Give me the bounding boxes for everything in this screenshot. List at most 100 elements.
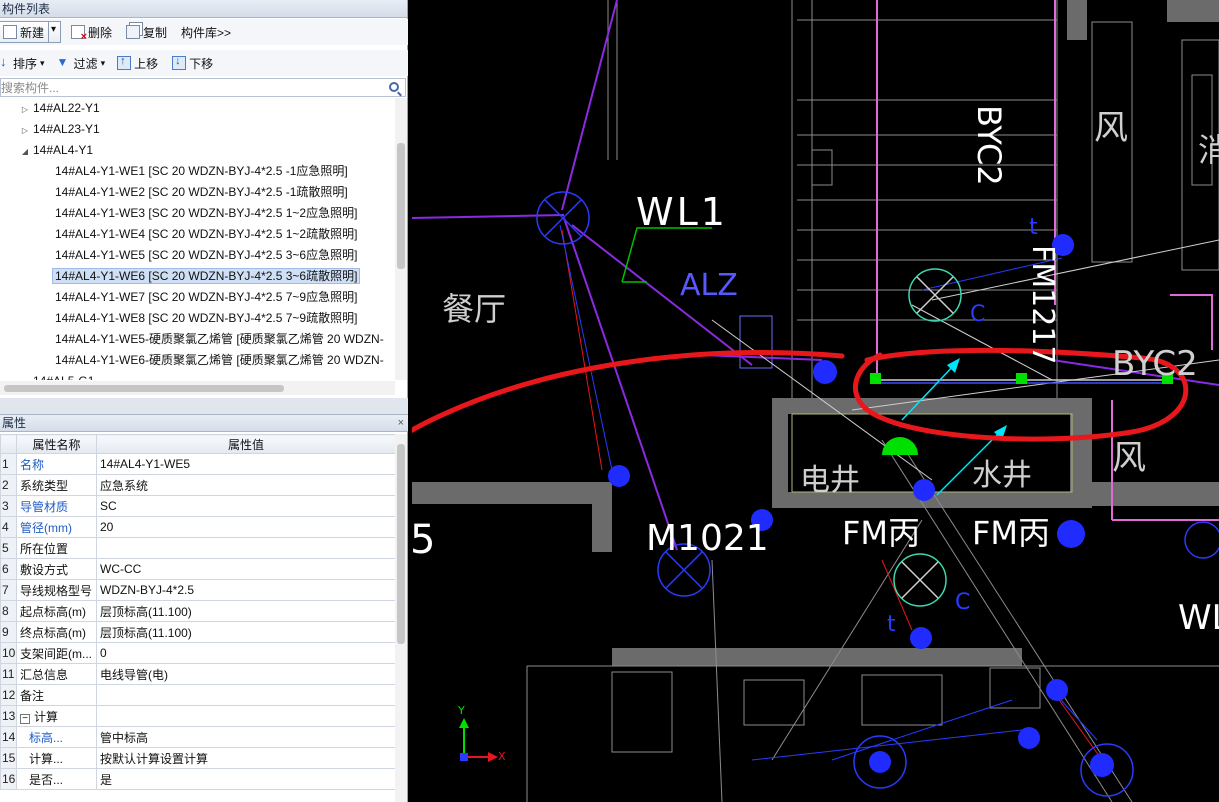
tree-group-node[interactable]: ▷14#AL5-G1 (0, 371, 395, 380)
tree-group-node[interactable]: ◢ 14#AL4-Y1 (0, 140, 395, 161)
tree-leaf-node[interactable]: 14#AL4-Y1-WE6-硬质聚氯乙烯管 [硬质聚氯乙烯管 20 WDZN- (0, 350, 395, 371)
property-value[interactable] (96, 537, 396, 559)
property-value[interactable]: 是 (96, 768, 396, 790)
wall (1167, 0, 1219, 22)
left-panel: 构件列表 新建 删除 复制 构件库>> 排序 ▾ 过滤 ▾ (0, 0, 408, 802)
tree-leaf-node[interactable]: 14#AL4-Y1-WE1 [SC 20 WDZN-BYJ-4*2.5 -1应急… (0, 161, 395, 182)
tree-leaf-node[interactable]: 14#AL4-Y1-WE3 [SC 20 WDZN-BYJ-4*2.5 1~2应… (0, 203, 395, 224)
property-name: 标高... (16, 726, 97, 748)
property-row[interactable]: 16 是否... 是 (0, 768, 396, 790)
property-value[interactable]: 20 (96, 516, 396, 538)
search-input[interactable] (1, 79, 381, 96)
green-fixture (882, 437, 918, 455)
index-header (0, 434, 17, 454)
tree-group-node[interactable]: ▷ 14#AL22-Y1 (0, 98, 395, 119)
property-value[interactable]: WC-CC (96, 558, 396, 580)
property-value[interactable] (96, 684, 396, 706)
property-name: 起点标高(m) (16, 600, 97, 622)
property-row[interactable]: 14 标高... 管中标高 (0, 726, 396, 748)
sort-button[interactable]: 排序 ▾ (0, 52, 49, 74)
property-value[interactable] (96, 705, 396, 727)
grip-handle[interactable] (1016, 373, 1027, 384)
panel-splitter[interactable] (0, 398, 408, 414)
property-row[interactable]: 7 导线规格型号 WDZN-BYJ-4*2.5 (0, 579, 396, 601)
property-value[interactable]: 层顶标高(11.100) (96, 621, 396, 643)
property-row[interactable]: 2 系统类型 应急系统 (0, 474, 396, 496)
new-icon (3, 25, 17, 39)
copy-button[interactable]: 复制 (122, 21, 171, 43)
tree-leaf-node[interactable]: 14#AL4-Y1-WE5-硬质聚氯乙烯管 [硬质聚氯乙烯管 20 WDZN- (0, 329, 395, 350)
collapse-icon[interactable]: − (20, 713, 30, 724)
tree-group-node[interactable]: ▷ 14#AL23-Y1 (0, 119, 395, 140)
tree-leaf-node[interactable]: 14#AL4-Y1-WE8 [SC 20 WDZN-BYJ-4*2.5 7~9疏… (0, 308, 395, 329)
label-feng-2: 风 (1112, 438, 1146, 478)
property-row[interactable]: 9 终点标高(m) 层顶标高(11.100) (0, 621, 396, 643)
tree-leaf-node[interactable]: 14#AL4-Y1-WE6 [SC 20 WDZN-BYJ-4*2.5 3~6疏… (0, 266, 395, 287)
property-row[interactable]: 12 备注 (0, 684, 396, 706)
component-library-label: 构件库>> (181, 25, 232, 40)
property-value[interactable]: 按默认计算设置计算 (96, 747, 396, 769)
new-button[interactable]: 新建 (0, 21, 62, 43)
tree-leaf-node[interactable]: 14#AL4-Y1-WE5 [SC 20 WDZN-BYJ-4*2.5 3~6应… (0, 245, 395, 266)
tree-node-label: 14#AL4-Y1-WE6 [SC 20 WDZN-BYJ-4*2.5 3~6疏… (52, 268, 361, 284)
component-library-button[interactable]: 构件库>> (177, 21, 235, 43)
close-icon[interactable]: × (398, 415, 404, 431)
property-row[interactable]: 6 敷设方式 WC-CC (0, 558, 396, 580)
tree-toggle-icon[interactable]: ◢ (20, 141, 30, 162)
property-name: 导线规格型号 (16, 579, 97, 601)
chevron-down-icon: ▾ (100, 57, 106, 68)
property-value[interactable]: 应急系统 (96, 474, 396, 496)
tree-node-label: 14#AL23-Y1 (33, 122, 100, 136)
property-value[interactable]: 管中标高 (96, 726, 396, 748)
fixture-dot (1057, 520, 1085, 548)
delete-icon (71, 25, 87, 43)
delete-button[interactable]: 删除 (67, 21, 116, 43)
wire (831, 699, 1013, 761)
property-index: 5 (0, 537, 17, 559)
property-row[interactable]: 4 管径(mm) 20 (0, 516, 396, 538)
scrollbar-thumb[interactable] (4, 385, 284, 392)
grip-handle[interactable] (870, 373, 881, 384)
tree-horizontal-scrollbar[interactable] (0, 381, 395, 395)
property-row[interactable]: 10 支架间距(m... 0 (0, 642, 396, 664)
scrollbar-thumb[interactable] (397, 444, 405, 644)
label-byc2-vertical: BYC2 (970, 105, 1008, 186)
tree-toggle-icon[interactable]: ▷ (20, 372, 30, 380)
copy-icon (126, 25, 141, 39)
fixture-dot (1090, 753, 1114, 777)
tree-toggle-icon[interactable]: ▷ (20, 120, 30, 141)
tree-leaf-node[interactable]: 14#AL4-Y1-WE4 [SC 20 WDZN-BYJ-4*2.5 1~2疏… (0, 224, 395, 245)
property-value[interactable]: 14#AL4-Y1-WE5 (96, 453, 396, 475)
move-up-button[interactable]: 上移 (113, 52, 162, 74)
property-row[interactable]: 13− 计算 (0, 705, 396, 727)
tree-leaf-node[interactable]: 14#AL4-Y1-WE7 [SC 20 WDZN-BYJ-4*2.5 7~9应… (0, 287, 395, 308)
properties-vertical-scrollbar[interactable] (395, 434, 407, 802)
property-value[interactable]: 层顶标高(11.100) (96, 600, 396, 622)
property-row[interactable]: 5 所在位置 (0, 537, 396, 559)
property-row[interactable]: 11 汇总信息 电线导管(电) (0, 663, 396, 685)
property-value[interactable]: 电线导管(电) (96, 663, 396, 685)
property-name: 汇总信息 (16, 663, 97, 685)
pipe (412, 214, 565, 219)
wire (561, 229, 603, 471)
search-icon[interactable] (389, 82, 399, 92)
tree-toggle-icon[interactable]: ▷ (20, 99, 30, 120)
cad-drawing-canvas[interactable]: WL1 ALZ 餐厅 FM丙 FM丙 电井 水井 M1021 5 风 风 BYC… (412, 0, 1219, 802)
new-dropdown-arrow[interactable] (48, 21, 60, 43)
property-row[interactable]: 1 名称 14#AL4-Y1-WE5 (0, 453, 396, 475)
filter-button[interactable]: 过滤 ▾ (53, 52, 110, 74)
tree-node-label: 14#AL22-Y1 (33, 101, 100, 115)
property-name: 导管材质 (16, 495, 97, 517)
tree-leaf-node[interactable]: 14#AL4-Y1-WE2 [SC 20 WDZN-BYJ-4*2.5 -1疏散… (0, 182, 395, 203)
tree-vertical-scrollbar[interactable] (395, 98, 407, 380)
property-index: 10 (0, 642, 17, 664)
move-down-button[interactable]: 下移 (168, 52, 217, 74)
property-row[interactable]: 8 起点标高(m) 层顶标高(11.100) (0, 600, 396, 622)
property-row[interactable]: 15 计算... 按默认计算设置计算 (0, 747, 396, 769)
property-value[interactable]: WDZN-BYJ-4*2.5 (96, 579, 396, 601)
property-value[interactable]: 0 (96, 642, 396, 664)
property-row[interactable]: 3 导管材质 SC (0, 495, 396, 517)
property-index: 7 (0, 579, 17, 601)
property-value[interactable]: SC (96, 495, 396, 517)
scrollbar-thumb[interactable] (397, 143, 405, 269)
